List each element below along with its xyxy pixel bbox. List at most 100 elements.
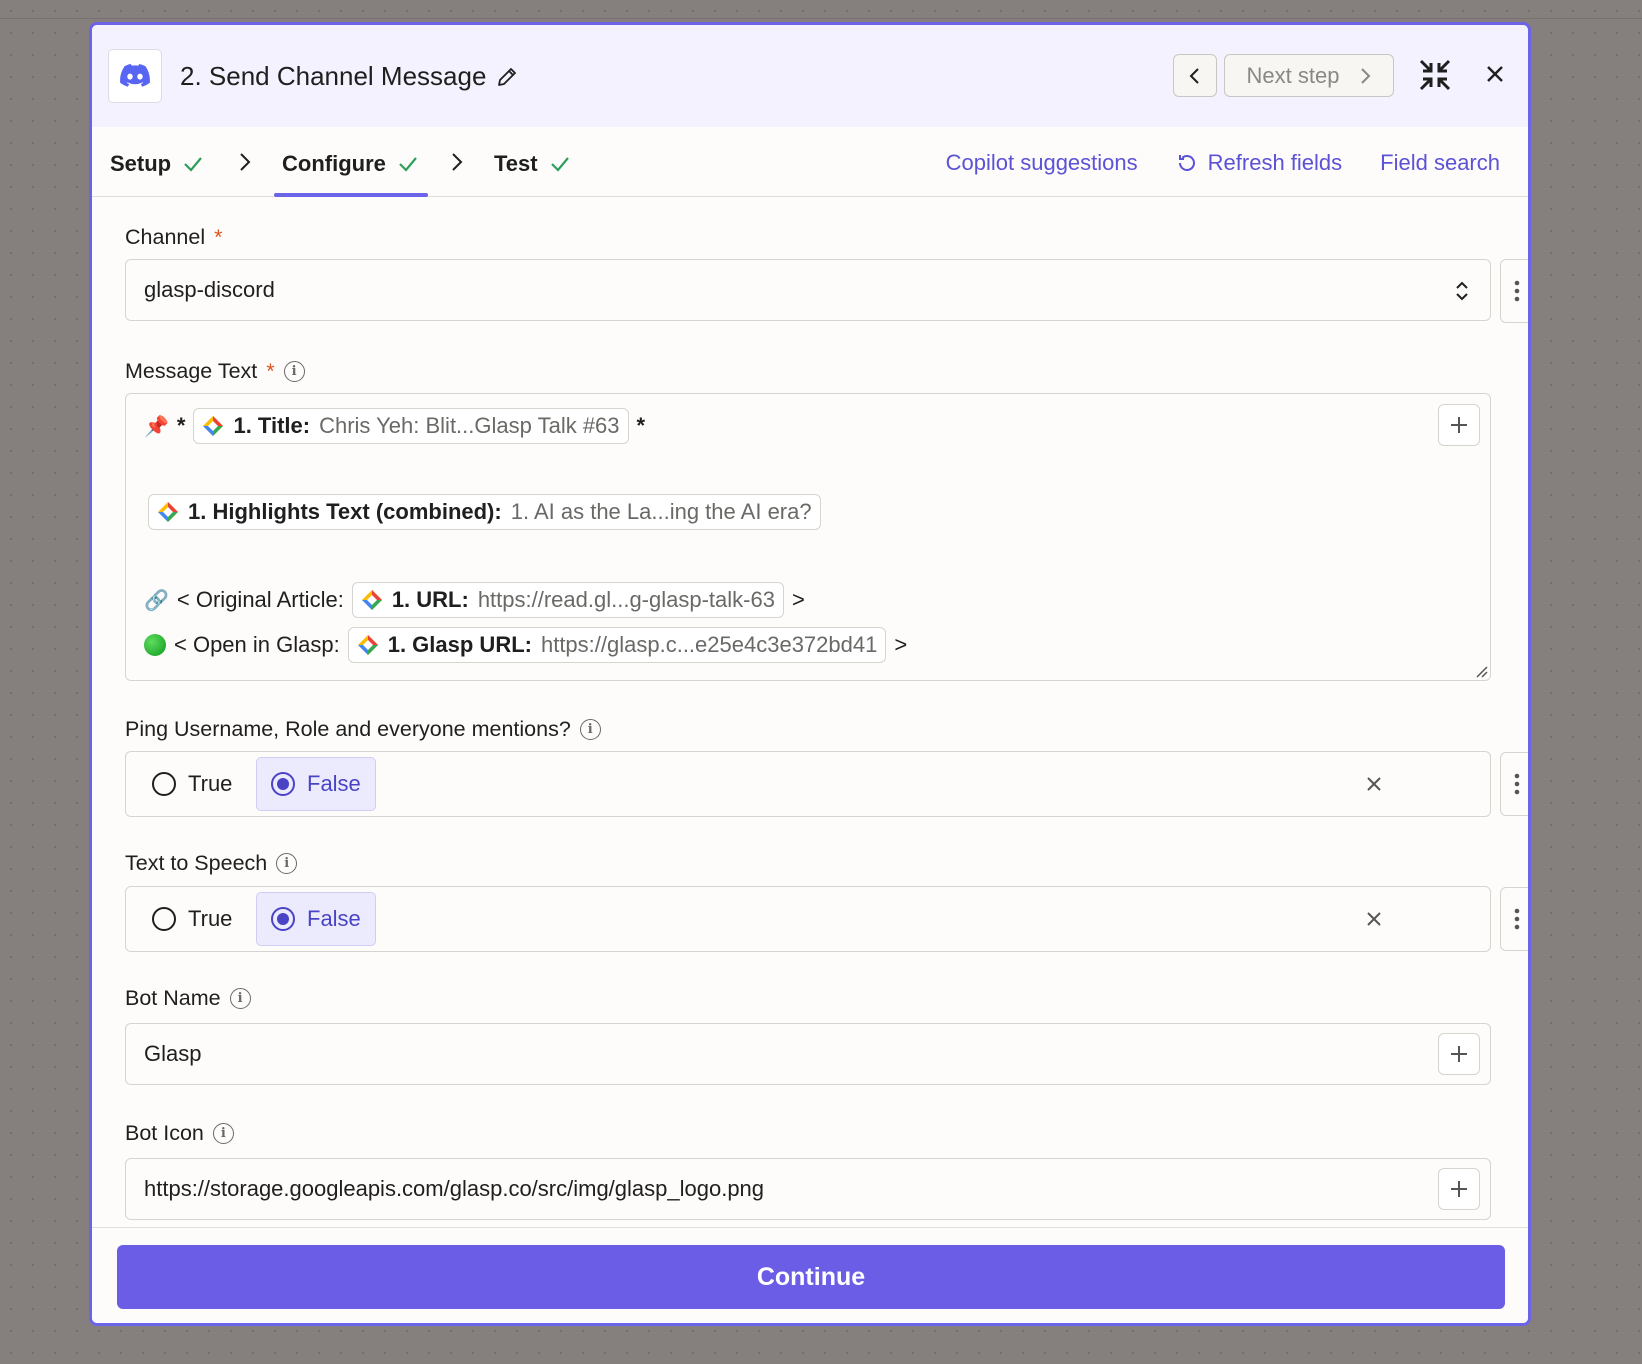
continue-button[interactable]: Continue (117, 1245, 1505, 1309)
green-circle-icon (144, 634, 166, 656)
option-label: False (307, 771, 361, 796)
required-marker: * (266, 359, 275, 383)
clear-icon[interactable] (1364, 909, 1384, 929)
pill-value: https://read.gl...g-glasp-talk-63 (477, 587, 775, 612)
message-line-article: 🔗 < Original Article: 1. URL: https://re… (144, 582, 805, 618)
info-icon[interactable]: i (212, 1123, 234, 1144)
canvas-line (0, 18, 1642, 19)
article-prefix: < Original Article: (176, 587, 344, 612)
required-marker: * (214, 225, 223, 249)
tts-more-button[interactable] (1500, 887, 1528, 951)
tts-false-option[interactable]: False (256, 892, 376, 946)
message-label-text: Message Text (125, 359, 258, 383)
bot-icon-label-text: Bot Icon (125, 1121, 204, 1145)
bot-icon-input[interactable]: https://storage.googleapis.com/glasp.co/… (125, 1158, 1491, 1220)
pill-value: Chris Yeh: Blit...Glasp Talk #63 (319, 413, 620, 438)
tab-actions: Copilot suggestions Refresh fields Field… (946, 150, 1500, 176)
glasp-icon (361, 590, 382, 610)
pill-key: 1. Glasp URL: (387, 632, 532, 657)
check-icon (399, 157, 417, 172)
copilot-suggestions-link[interactable]: Copilot suggestions (946, 150, 1138, 176)
tab-configure[interactable]: Configure (282, 151, 418, 177)
option-label: True (188, 906, 233, 931)
ping-label: Ping Username, Role and everyone mention… (125, 717, 601, 742)
tab-label: Test (494, 151, 538, 176)
radio-circle (271, 907, 295, 931)
highlights-pill[interactable]: 1. Highlights Text (combined): 1. AI as … (148, 494, 821, 530)
glasp-url-pill[interactable]: 1. Glasp URL: https://glasp.c...e25e4c3e… (347, 627, 887, 663)
bold-marker: * (636, 413, 646, 438)
message-text-input[interactable]: 📌 * 1. Title: Chris Yeh: Blit...Glasp Ta… (125, 393, 1491, 681)
plus-icon (1451, 1046, 1467, 1062)
pill-key: 1. Highlights Text (combined): (188, 499, 502, 524)
refresh-fields-label: Refresh fields (1207, 150, 1343, 175)
refresh-fields-link[interactable]: Refresh fields (1176, 150, 1343, 176)
modal-footer: Continue (92, 1227, 1528, 1323)
pill-value: 1. AI as the La...ing the AI era? (510, 499, 812, 524)
modal-header: 2. Send Channel Message Next step (92, 25, 1528, 127)
title-pill[interactable]: 1. Title: Chris Yeh: Blit...Glasp Talk #… (193, 408, 629, 444)
glasp-icon (158, 502, 178, 522)
pill-key: 1. Title: (233, 413, 311, 438)
discord-icon (120, 64, 150, 87)
plus-icon (1451, 417, 1467, 433)
collapse-icon[interactable] (1417, 57, 1453, 93)
ping-false-option[interactable]: False (256, 757, 376, 811)
radio-circle (152, 907, 176, 931)
more-vertical-icon (1514, 773, 1519, 795)
chevron-right-icon (1361, 67, 1371, 84)
previous-step-button[interactable] (1173, 54, 1217, 97)
field-search-link[interactable]: Field search (1380, 150, 1500, 176)
pill-value: https://glasp.c...e25e4c3e372bd41 (540, 632, 878, 657)
bot-icon-value: https://storage.googleapis.com/glasp.co/… (144, 1176, 765, 1201)
channel-select[interactable]: glasp-discord (125, 259, 1491, 321)
bot-name-input[interactable]: Glasp (125, 1023, 1491, 1085)
resize-handle-icon[interactable] (1474, 664, 1488, 678)
option-label: False (307, 906, 361, 931)
clear-icon[interactable] (1364, 774, 1384, 794)
message-line-highlights: 1. Highlights Text (combined): 1. AI as … (148, 494, 821, 530)
tab-test[interactable]: Test (494, 151, 570, 177)
info-icon[interactable]: i (579, 719, 601, 740)
channel-more-button[interactable] (1500, 259, 1528, 323)
glasp-icon (203, 416, 224, 436)
bot-name-value: Glasp (144, 1041, 202, 1066)
discord-app-icon (108, 49, 162, 103)
bot-name-label-text: Bot Name (125, 986, 221, 1010)
channel-label: Channel * (125, 225, 222, 250)
info-icon[interactable]: i (276, 853, 298, 874)
link-icon: 🔗 (144, 589, 169, 612)
next-step-label: Next step (1246, 62, 1340, 88)
insert-data-button[interactable] (1438, 404, 1480, 446)
insert-data-button[interactable] (1438, 1033, 1480, 1075)
glasp-suffix: > (894, 632, 908, 657)
info-icon[interactable]: i (283, 361, 305, 382)
message-line-glasp: < Open in Glasp: 1. Glasp URL: https://g… (144, 627, 907, 663)
edit-pencil-icon[interactable] (496, 66, 518, 88)
message-text-label: Message Text * i (125, 359, 305, 384)
ping-radio-group: True False (125, 751, 1491, 817)
next-step-button[interactable]: Next step (1224, 54, 1394, 97)
ping-more-button[interactable] (1500, 752, 1528, 816)
info-icon[interactable]: i (229, 988, 251, 1009)
tts-label-text: Text to Speech (125, 851, 268, 875)
channel-value: glasp-discord (144, 277, 275, 302)
tts-true-option[interactable]: True (138, 892, 246, 946)
url-pill[interactable]: 1. URL: https://read.gl...g-glasp-talk-6… (351, 582, 784, 618)
tab-label: Configure (282, 151, 386, 176)
ping-true-option[interactable]: True (138, 757, 246, 811)
form-body: Channel * glasp-discord Message Text * i… (92, 197, 1528, 1227)
tab-setup[interactable]: Setup (110, 151, 203, 177)
option-label: True (188, 771, 233, 796)
chevron-right-icon (452, 153, 463, 171)
tts-label: Text to Speech i (125, 851, 298, 876)
pushpin-icon: 📌 (144, 415, 169, 438)
bot-name-label: Bot Name i (125, 986, 251, 1011)
insert-data-button[interactable] (1438, 1168, 1480, 1210)
step-title-wrap: 2. Send Channel Message (180, 61, 518, 92)
close-icon[interactable] (1482, 61, 1508, 87)
radio-circle (152, 772, 176, 796)
select-arrows-icon (1456, 281, 1468, 301)
pill-key: 1. URL: (391, 587, 469, 612)
bot-icon-label: Bot Icon i (125, 1121, 234, 1146)
